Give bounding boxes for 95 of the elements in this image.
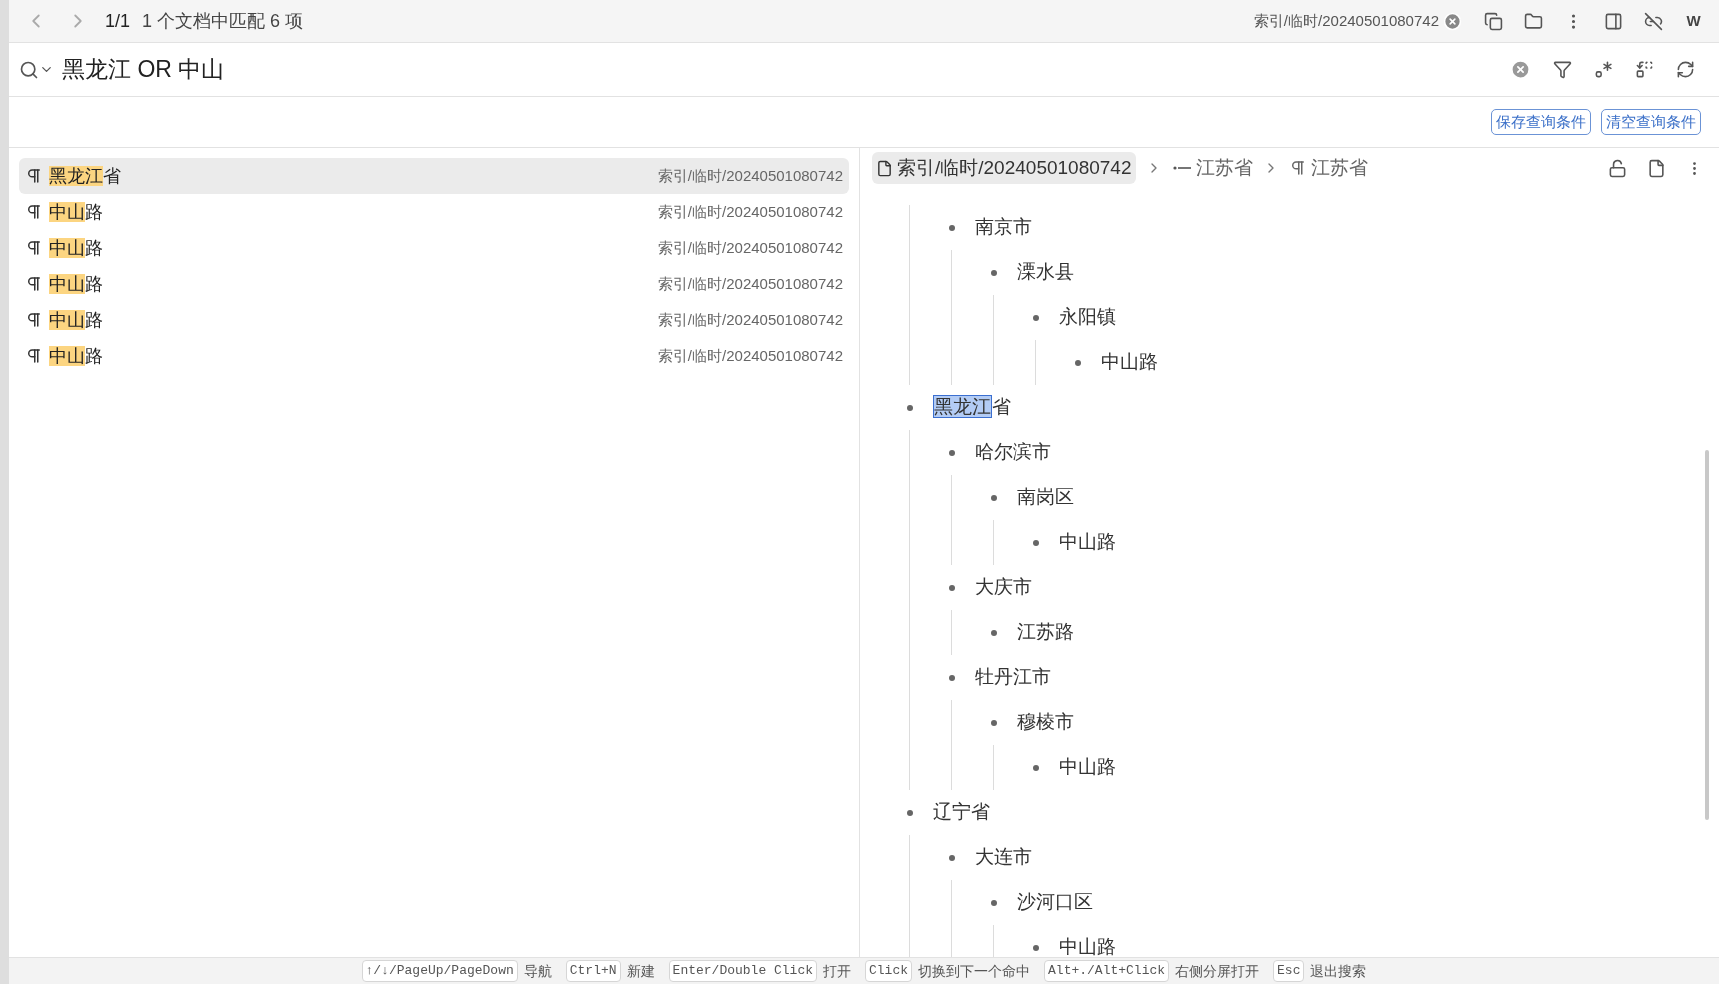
copy-icon[interactable] <box>1484 11 1503 31</box>
paragraph-icon <box>25 167 43 185</box>
result-path: 索引/临时/20240501080742 <box>657 309 843 330</box>
user-initial[interactable]: W <box>1684 9 1703 33</box>
item-text: 中山路 <box>49 237 103 258</box>
item-text: 江苏路 <box>1017 620 1074 645</box>
item-text: 中山路 <box>49 345 103 366</box>
paragraph-icon <box>25 347 43 365</box>
shortcut-key: ↑/↓/PageUp/PageDown <box>361 960 518 982</box>
close-icon[interactable] <box>1443 11 1462 31</box>
bullet-icon[interactable] <box>991 899 997 906</box>
bullet-icon[interactable] <box>907 404 913 411</box>
item-text: 中山路 <box>49 273 103 294</box>
regex-icon[interactable] <box>1594 60 1613 79</box>
shortcut-label: 退出搜索 <box>1310 961 1367 981</box>
item-text: 中山路 <box>1101 350 1158 375</box>
paragraph-icon <box>25 275 43 293</box>
item-text: 黑龙江省 <box>49 165 121 186</box>
item-text: 大庆市 <box>975 575 1032 600</box>
paragraph-icon <box>25 311 43 329</box>
bullet-icon[interactable] <box>907 809 913 816</box>
result-row[interactable]: 中山路 索引/临时/20240501080742 <box>19 266 849 302</box>
item-text: 溧水县 <box>1017 260 1074 285</box>
filter-icon[interactable] <box>1553 60 1572 79</box>
result-row[interactable]: 中山路 索引/临时/20240501080742 <box>19 338 849 374</box>
shortcut-key: Esc <box>1273 960 1305 982</box>
clear-icon[interactable] <box>1510 59 1531 80</box>
item-text: 永阳镇 <box>1059 305 1116 330</box>
item-text: 辽宁省 <box>933 800 990 825</box>
shortcut-label: 右侧分屏打开 <box>1175 961 1260 981</box>
match-summary: 1 个文档中匹配 6 项 <box>142 9 304 33</box>
bullet-icon[interactable] <box>991 629 997 636</box>
result-path: 索引/临时/20240501080742 <box>657 273 843 294</box>
unlock-icon[interactable] <box>1608 158 1627 178</box>
item-text: 大连市 <box>975 845 1032 870</box>
breadcrumb-item[interactable]: 江苏省 <box>1171 153 1253 183</box>
bullet-icon[interactable] <box>949 449 955 456</box>
item-text: 中山路 <box>49 309 103 330</box>
breadcrumb-item[interactable]: 江苏省 <box>1288 153 1368 183</box>
item-text: 哈尔滨市 <box>975 440 1051 465</box>
shortcut-label: 新建 <box>626 961 655 981</box>
shortcut-key: Enter/Double Click <box>668 960 817 982</box>
bullet-icon[interactable] <box>991 269 997 276</box>
bullet-icon[interactable] <box>1033 764 1039 771</box>
bullet-icon[interactable] <box>949 584 955 591</box>
bullet-icon[interactable] <box>1033 314 1039 321</box>
result-path: 索引/临时/20240501080742 <box>657 201 843 222</box>
breadcrumb-item[interactable]: 索引/临时/20240501080742 <box>872 151 1136 185</box>
file-icon[interactable] <box>1647 158 1666 178</box>
item-text: 中山路 <box>1059 755 1116 780</box>
bullet-icon[interactable] <box>949 224 955 231</box>
item-text: 中山路 <box>1059 530 1116 555</box>
item-text: 南京市 <box>975 215 1032 240</box>
item-text: 穆棱市 <box>1017 710 1074 735</box>
result-path: 索引/临时/20240501080742 <box>657 165 843 186</box>
refresh-icon[interactable] <box>1676 60 1695 79</box>
bullet-icon[interactable] <box>991 494 997 501</box>
item-text: 沙河口区 <box>1017 890 1093 915</box>
result-path: 索引/临时/20240501080742 <box>657 237 843 258</box>
item-text: 黑龙江省 <box>933 394 1011 421</box>
shortcut-label: 导航 <box>523 961 552 981</box>
panel-icon[interactable] <box>1604 11 1623 31</box>
query-button[interactable]: 保存查询条件 <box>1491 108 1591 136</box>
search-field[interactable]: 黑龙江 OR 中山 <box>62 52 1510 87</box>
shortcut-label: 打开 <box>823 961 851 981</box>
bullet-icon[interactable] <box>991 719 997 726</box>
bullet-icon[interactable] <box>1075 359 1081 366</box>
shortcut-key: Click <box>865 960 913 982</box>
item-text: 中山路 <box>1059 935 1116 957</box>
page-counter: 1/1 <box>105 9 131 33</box>
unlink-icon[interactable] <box>1644 11 1663 31</box>
result-row[interactable]: 中山路 索引/临时/20240501080742 <box>19 230 849 266</box>
query-button[interactable]: 清空查询条件 <box>1601 108 1701 136</box>
bullet-icon[interactable] <box>1033 944 1039 951</box>
result-row[interactable]: 中山路 索引/临时/20240501080742 <box>19 302 849 338</box>
folder-icon[interactable] <box>1524 11 1543 31</box>
result-path: 索引/临时/20240501080742 <box>657 345 843 366</box>
search-icon[interactable] <box>19 59 39 80</box>
result-row[interactable]: 中山路 索引/临时/20240501080742 <box>19 194 849 230</box>
bullet-icon[interactable] <box>949 854 955 861</box>
document-path: 索引/临时/20240501080742 <box>1253 10 1439 31</box>
scrollbar[interactable] <box>1705 450 1709 820</box>
item-text: 南岗区 <box>1017 485 1074 510</box>
shortcut-key: Ctrl+N <box>565 960 621 982</box>
shortcut-key: Alt+./Alt+Click <box>1044 960 1170 982</box>
shortcut-label: 切换到下一个命中 <box>918 961 1031 981</box>
paragraph-icon <box>25 239 43 257</box>
replace-icon[interactable] <box>1635 60 1654 79</box>
paragraph-icon <box>25 203 43 221</box>
bullet-icon[interactable] <box>949 674 955 681</box>
item-text: 牡丹江市 <box>975 665 1051 690</box>
document-icon <box>876 159 893 177</box>
bullet-icon[interactable] <box>1033 539 1039 546</box>
result-row[interactable]: 黑龙江省 索引/临时/20240501080742 <box>19 158 849 194</box>
item-text: 中山路 <box>49 201 103 222</box>
